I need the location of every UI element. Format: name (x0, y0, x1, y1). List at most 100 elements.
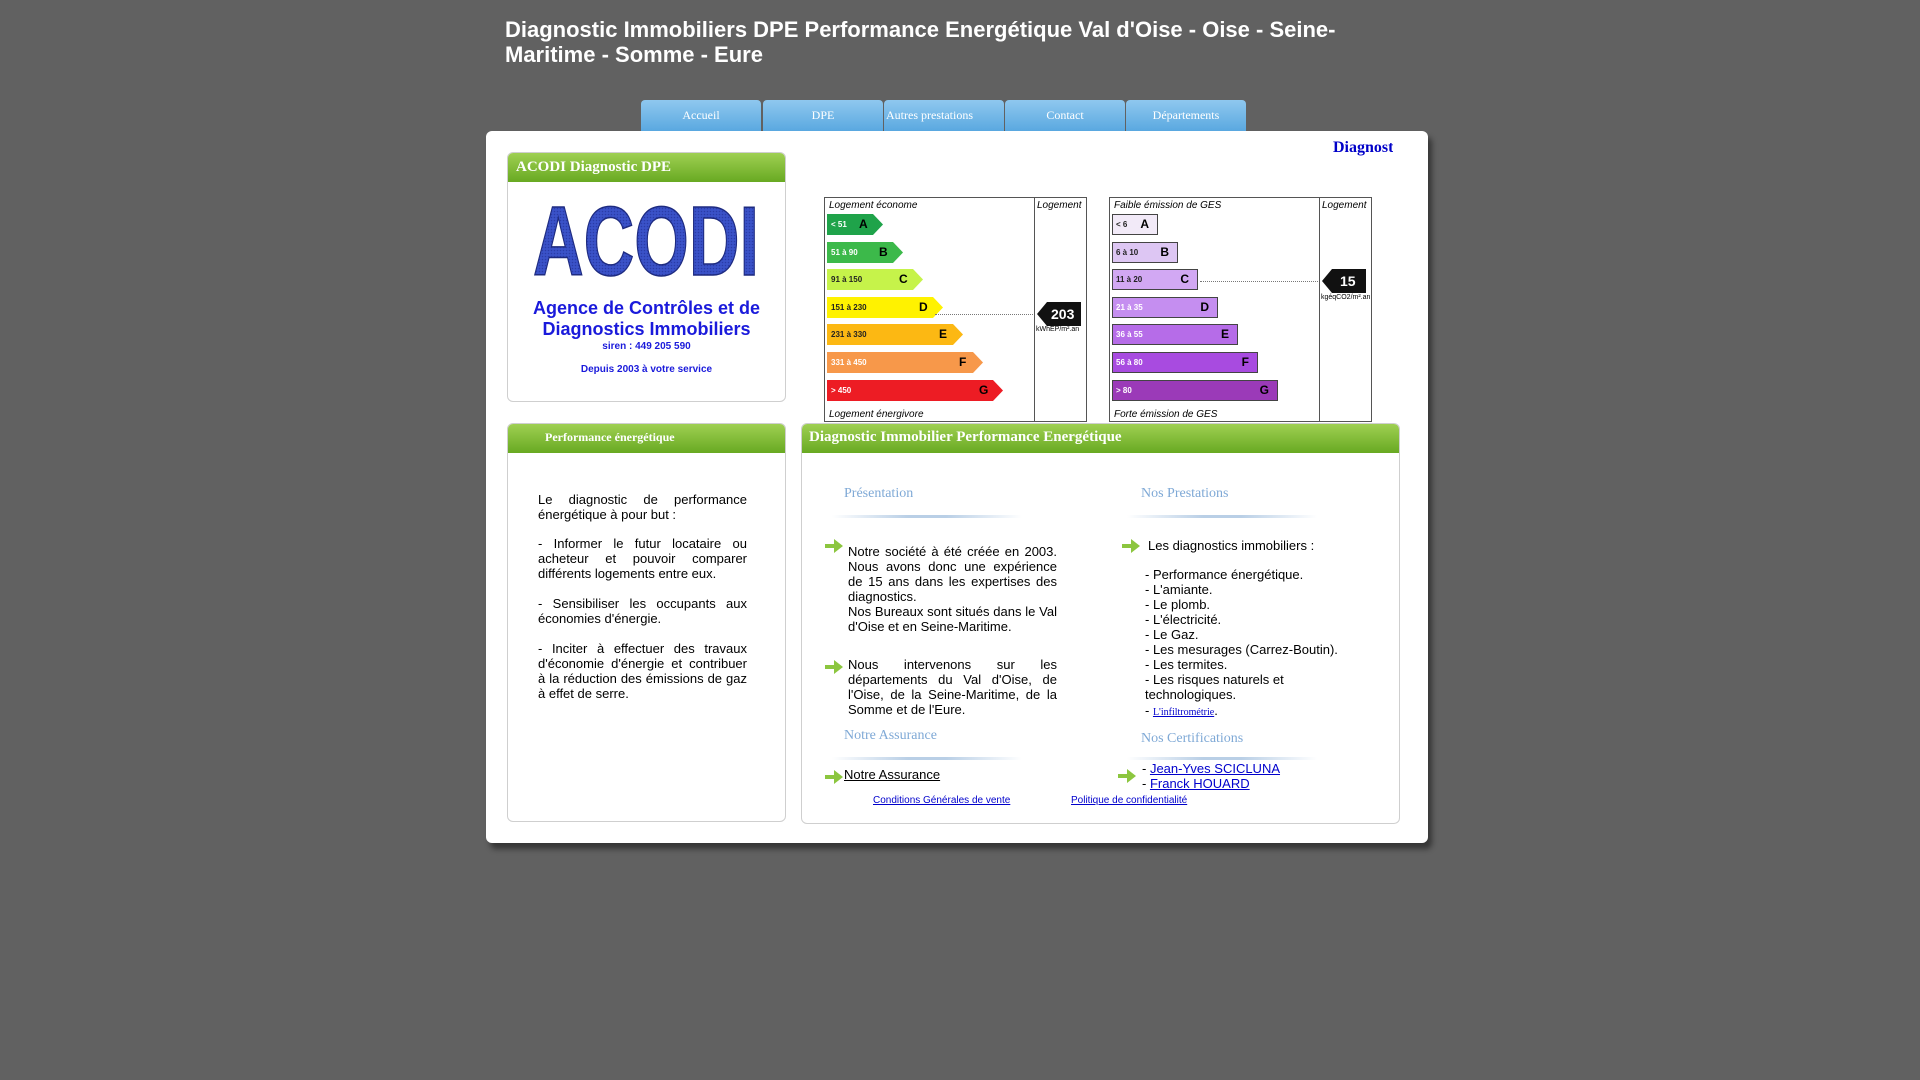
prestations-heading: Nos Prestations (1141, 486, 1229, 501)
ges-class-e: 36 à 55 E (1112, 324, 1238, 346)
energy-dotted-line (935, 314, 1033, 315)
certification-link-sciccluna[interactable]: Jean-Yves SCICLUNA (1150, 761, 1280, 776)
energy-class-letter: F (959, 355, 967, 369)
energy-class-a: < 51 A (827, 214, 883, 235)
prestation-item: - Les mesurages (Carrez-Boutin). (1145, 642, 1338, 657)
energy-class-e: 231 à 330 E (827, 324, 963, 346)
energy-label: Logement économe Logement énergivore Log… (824, 197, 1087, 422)
ges-label-divider (1319, 198, 1320, 421)
energy-class-letter: A (859, 217, 868, 231)
presentation-heading: Présentation (844, 486, 914, 501)
energy-class-range: 151 à 230 (831, 302, 867, 312)
nav-tab-accueil[interactable]: Accueil (641, 100, 761, 131)
ges-class-letter: F (1241, 355, 1249, 369)
certifications-heading: Nos Certifications (1141, 731, 1244, 746)
ges-class-c: 11 à 20 C (1112, 269, 1198, 291)
energy-unit: kWhEP/m².an (1036, 326, 1080, 333)
nav-tab-departements[interactable]: Départements (1126, 100, 1246, 131)
ges-class-range: > 80 (1116, 385, 1132, 395)
arrow-icon (1118, 769, 1136, 783)
nav-tab-dpe[interactable]: DPE (763, 100, 883, 131)
nav-tab-autres-prestations[interactable]: Autres prestations (884, 100, 1004, 131)
main-panel: Diagnostic Immobilier Performance Energé… (801, 423, 1400, 824)
energy-class-f: 331 à 450 F (827, 352, 983, 373)
prestations-divider (1127, 515, 1317, 518)
ges-class-g: > 80 G (1112, 379, 1278, 401)
ges-label-bottom: Forte émission de GES (1114, 409, 1218, 420)
energy-value: 203 (1051, 306, 1075, 322)
main-panel-heading: Diagnostic Immobilier Performance Energé… (802, 424, 1399, 453)
prestation-item: - L'amiante. (1145, 582, 1213, 597)
prestations-list: - Performance énergétique. - L'amiante. - … (1145, 567, 1360, 702)
arrow-icon (1122, 539, 1140, 553)
ges-value-badge: 15 (1322, 269, 1366, 293)
energy-class-range: > 450 (831, 385, 852, 395)
infiltrometrie-link[interactable]: L'infiltrométrie (1153, 707, 1214, 718)
prestations-infiltrometrie: - L'infiltrométrie. (1145, 703, 1360, 720)
energy-class-range: < 51 (831, 220, 847, 229)
ges-unit: kgéqCO2/m².an (1321, 294, 1371, 301)
infiltrometrie-prefix: - (1145, 703, 1153, 718)
energy-class-c: 91 à 150 C (827, 269, 923, 291)
agency-name: Agence de Contrôles et de Diagnostics Im… (532, 298, 761, 339)
energy-class-d: 151 à 230 D (827, 296, 943, 318)
ges-class-letter: C (1180, 272, 1189, 287)
energy-class-letter: D (919, 299, 928, 314)
ges-class-b: 6 à 10 B (1112, 241, 1178, 263)
energy-class-letter: G (979, 382, 989, 397)
certification-item: - Jean-Yves SCICLUNA (1142, 761, 1280, 776)
presentation-paragraph-3: Nous intervenons sur les départements du… (848, 657, 1057, 717)
ges-class-letter: E (1220, 327, 1229, 342)
nav-tab-contact[interactable]: Contact (1005, 100, 1125, 131)
certification-link-houard[interactable]: Franck HOUARD (1150, 776, 1250, 791)
performance-panel-heading: Performance énergétique (508, 424, 785, 453)
assurance-heading: Notre Assurance (844, 728, 937, 743)
energy-class-range: 331 à 450 (831, 358, 867, 367)
prestation-item: - Les termites. (1145, 657, 1228, 672)
arrow-icon (825, 770, 843, 784)
ges-label-column: Logement (1322, 200, 1367, 211)
ges-label-top: Faible émission de GES (1114, 200, 1222, 211)
presentation-paragraph-2: Nos Bureaux sont situés dans le Val d'Oi… (848, 604, 1057, 634)
ges-class-letter: D (1200, 299, 1209, 314)
prestation-item: - Le plomb. (1145, 597, 1211, 612)
energy-value-badge: 203 (1037, 302, 1081, 326)
presentation-divider (832, 515, 1022, 518)
presentation-paragraph-1: Notre société à été créée en 2003. Nous … (848, 544, 1057, 604)
since-tagline: Depuis 2003 à votre service (580, 364, 713, 375)
energy-label-divider (1034, 198, 1035, 421)
site-title: Diagnostic Immobiliers DPE Performance E… (505, 17, 1336, 67)
energy-label-bottom: Logement énergivore (829, 409, 924, 420)
performance-panel: Performance énergétique Le diagnostic de… (507, 423, 786, 822)
ges-class-a: < 6 A (1112, 214, 1158, 235)
ges-class-letter: B (1160, 244, 1169, 259)
energy-class-range: 231 à 330 (831, 330, 867, 340)
assurance-link[interactable]: Notre Assurance (844, 767, 940, 782)
ges-class-range: 36 à 55 (1116, 330, 1143, 340)
energy-class-letter: C (899, 272, 908, 287)
prestation-item: - Le Gaz. (1145, 627, 1199, 642)
acodi-panel: ACODI Diagnostic DPE ACODI Agence de Con… (507, 152, 786, 402)
prestation-item: - Les risques naturels et technologiques… (1145, 672, 1284, 702)
performance-intro: Le diagnostic de performance énergétique… (538, 492, 747, 522)
energy-class-g: > 450 G (827, 379, 1003, 401)
prestation-item: - L'électricité. (1145, 612, 1222, 627)
ges-dotted-line (1200, 281, 1318, 282)
performance-point-2: - Sensibiliser les occupants aux économi… (538, 596, 747, 626)
prestations-intro: Les diagnostics immobiliers : (1148, 538, 1315, 553)
arrow-icon (825, 660, 843, 674)
ges-class-range: 6 à 10 (1116, 247, 1139, 257)
cgv-link[interactable]: Conditions Générales de vente (873, 795, 1010, 806)
performance-point-1: - Informer le futur locataire ou acheteu… (538, 536, 747, 581)
ges-label: Faible émission de GES Forte émission de… (1109, 197, 1372, 422)
privacy-link[interactable]: Politique de confidentialité (1071, 795, 1187, 806)
energy-class-letter: B (879, 244, 888, 259)
energy-class-letter: E (939, 327, 948, 342)
ges-class-range: 21 à 35 (1116, 302, 1143, 312)
ges-class-letter: G (1259, 382, 1269, 397)
certification-prefix: - (1142, 761, 1150, 776)
acodi-logo: ACODI (526, 185, 766, 297)
ges-class-range: 56 à 80 (1116, 358, 1143, 367)
energy-label-column: Logement (1037, 200, 1082, 211)
scrolling-marquee: Diagnost (1333, 139, 1393, 156)
